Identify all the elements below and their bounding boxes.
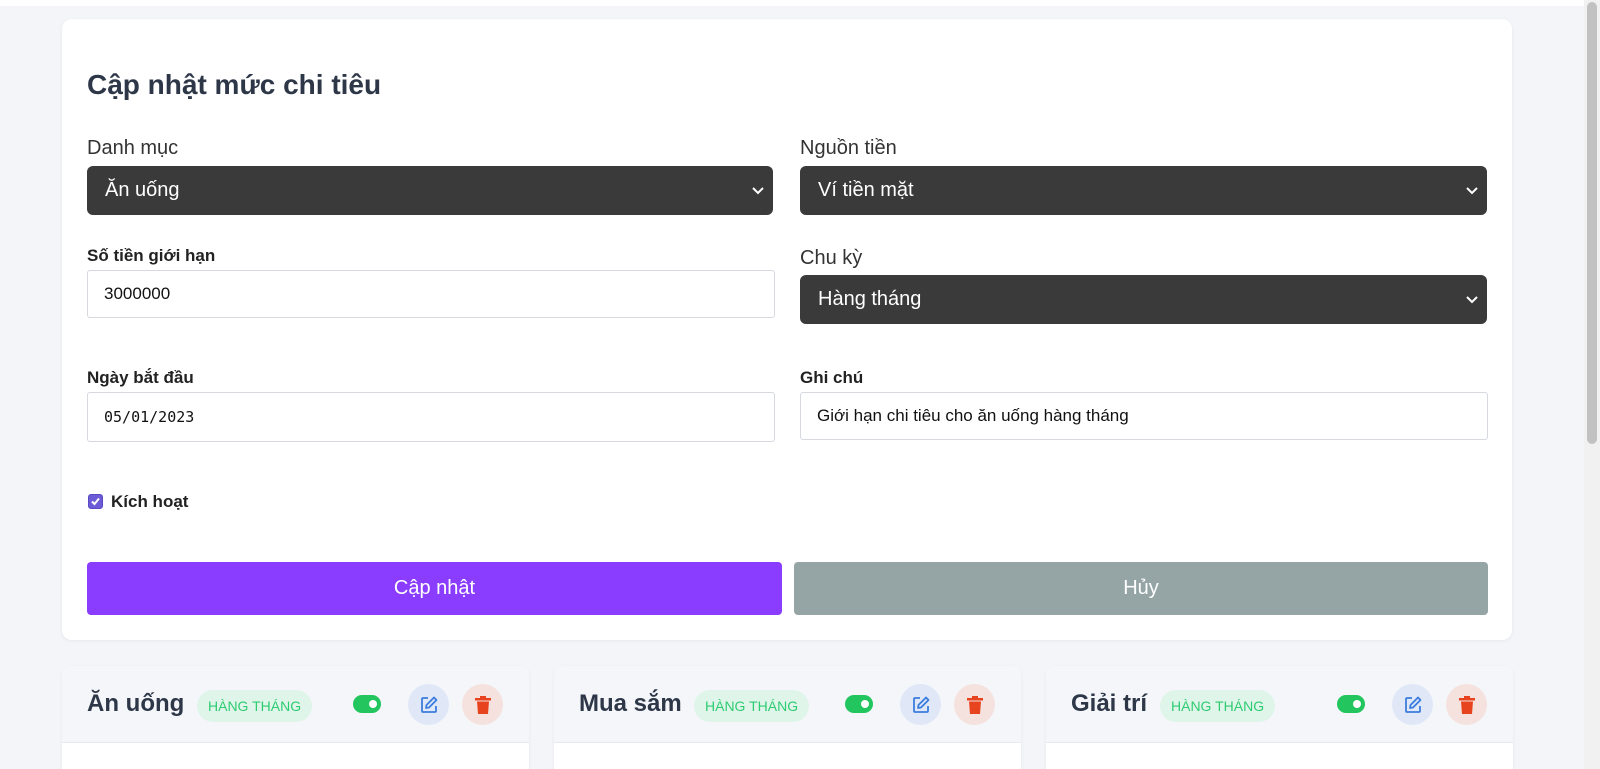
toggle-icon[interactable] bbox=[845, 695, 873, 713]
active-checkbox[interactable] bbox=[88, 494, 103, 509]
edit-button[interactable] bbox=[900, 684, 941, 725]
budget-form-card bbox=[62, 19, 1512, 640]
source-select[interactable]: Ví tiền mặt bbox=[800, 166, 1487, 215]
chevron-down-icon bbox=[751, 166, 765, 215]
scrollbar-thumb[interactable] bbox=[1587, 2, 1597, 444]
budget-card-header: Mua sắm HÀNG THÁNG bbox=[554, 666, 1021, 743]
start-date-input[interactable]: 05/01/2023 bbox=[87, 392, 775, 442]
period-badge: HÀNG THÁNG bbox=[1160, 690, 1276, 722]
budget-card: Ăn uống HÀNG THÁNG bbox=[62, 666, 529, 769]
period-badge: HÀNG THÁNG bbox=[197, 690, 313, 722]
budget-title: Mua sắm bbox=[579, 690, 682, 717]
source-label: Nguồn tiền bbox=[800, 137, 897, 159]
checkmark-icon bbox=[91, 497, 100, 506]
trash-icon bbox=[966, 695, 983, 714]
edit-icon bbox=[912, 696, 929, 713]
budget-card: Giải trí HÀNG THÁNG bbox=[1046, 666, 1513, 769]
edit-icon bbox=[1404, 696, 1421, 713]
category-select-value: Ăn uống bbox=[105, 179, 180, 201]
budget-title: Ăn uống bbox=[87, 690, 185, 717]
note-label: Ghi chú bbox=[800, 368, 864, 387]
chevron-down-icon bbox=[1465, 166, 1479, 215]
cancel-button[interactable]: Hủy bbox=[794, 562, 1488, 615]
budget-title: Giải trí bbox=[1071, 690, 1148, 717]
note-input[interactable]: Giới hạn chi tiêu cho ăn uống hàng tháng bbox=[800, 392, 1488, 440]
toggle-knob bbox=[1353, 700, 1361, 708]
delete-button[interactable] bbox=[1446, 684, 1487, 725]
source-select-value: Ví tiền mặt bbox=[818, 179, 914, 201]
period-badge: HÀNG THÁNG bbox=[694, 690, 810, 722]
edit-button[interactable] bbox=[1392, 684, 1433, 725]
limit-label: Số tiền giới hạn bbox=[87, 246, 216, 265]
page-top-strip bbox=[0, 0, 1584, 6]
edit-button[interactable] bbox=[408, 684, 449, 725]
period-label: Chu kỳ bbox=[800, 247, 863, 269]
limit-input[interactable]: 3000000 bbox=[87, 270, 775, 318]
chevron-down-icon bbox=[1465, 275, 1479, 324]
category-select[interactable]: Ăn uống bbox=[87, 166, 773, 215]
trash-icon bbox=[474, 695, 491, 714]
toggle-knob bbox=[861, 700, 869, 708]
page-scrollbar[interactable] bbox=[1584, 0, 1600, 769]
form-title: Cập nhật mức chi tiêu bbox=[87, 69, 382, 100]
budget-card-header: Giải trí HÀNG THÁNG bbox=[1046, 666, 1513, 743]
trash-icon bbox=[1458, 695, 1475, 714]
toggle-icon[interactable] bbox=[353, 695, 381, 713]
active-label: Kích hoạt bbox=[111, 492, 189, 511]
delete-button[interactable] bbox=[954, 684, 995, 725]
budget-card: Mua sắm HÀNG THÁNG bbox=[554, 666, 1021, 769]
period-select-value: Hàng tháng bbox=[818, 288, 922, 310]
toggle-knob bbox=[369, 700, 377, 708]
budget-card-header: Ăn uống HÀNG THÁNG bbox=[62, 666, 529, 743]
delete-button[interactable] bbox=[462, 684, 503, 725]
update-button[interactable]: Cập nhật bbox=[87, 562, 782, 615]
start-date-label: Ngày bắt đầu bbox=[87, 368, 194, 387]
period-select[interactable]: Hàng tháng bbox=[800, 275, 1487, 324]
edit-icon bbox=[420, 696, 437, 713]
toggle-icon[interactable] bbox=[1337, 695, 1365, 713]
category-label: Danh mục bbox=[87, 137, 179, 159]
